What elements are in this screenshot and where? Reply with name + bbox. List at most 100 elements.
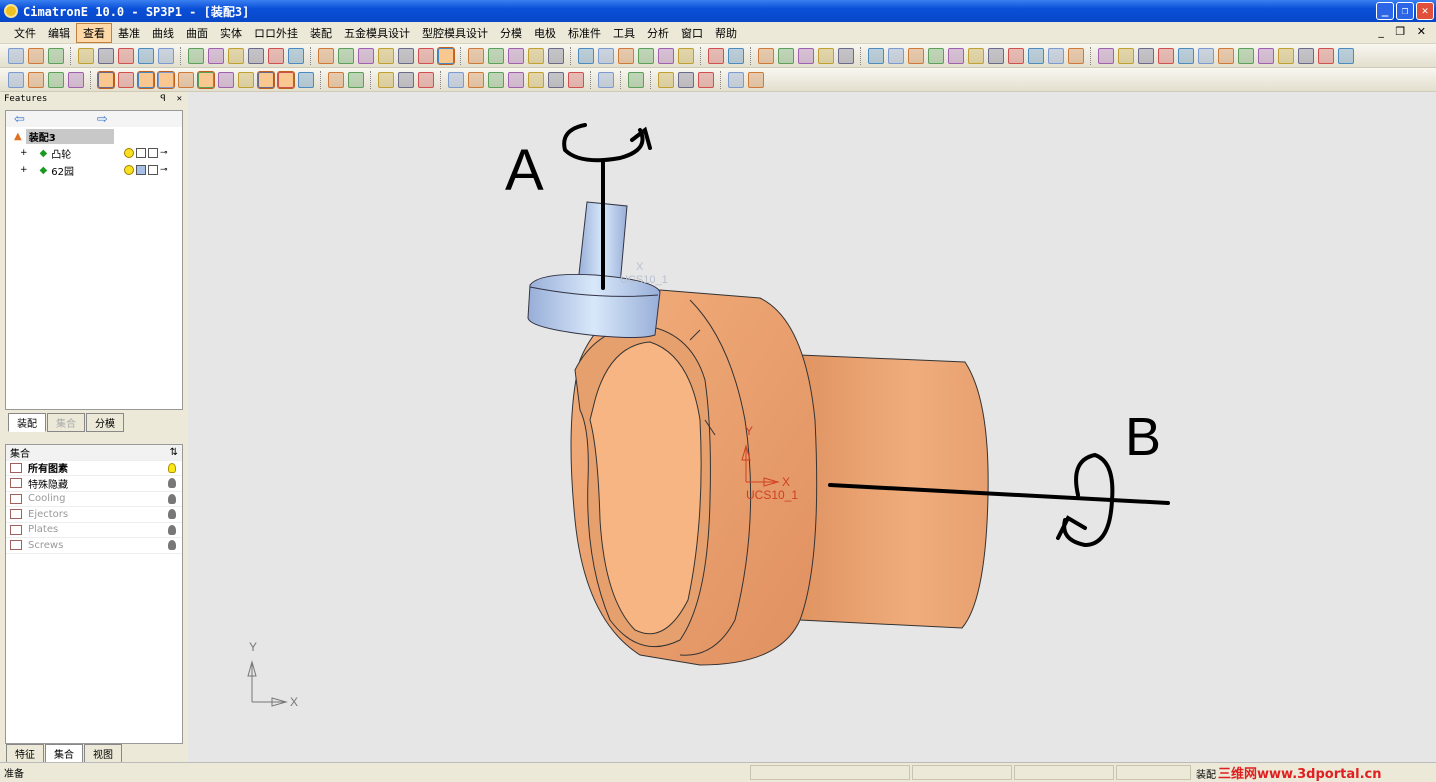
menu-item-11[interactable]: 分模: [494, 24, 528, 42]
rebuild-icon[interactable]: [138, 47, 154, 64]
menu-item-6[interactable]: 实体: [214, 24, 248, 42]
mirror-icon[interactable]: [598, 47, 614, 64]
filter-4-icon[interactable]: [157, 70, 175, 89]
add-comp-3-icon[interactable]: [488, 71, 504, 88]
filter-8-icon[interactable]: [257, 70, 275, 89]
tab-views[interactable]: 视图: [84, 744, 122, 763]
menu-item-15[interactable]: 分析: [641, 24, 675, 42]
curve-icon[interactable]: [1158, 47, 1174, 64]
collection-item[interactable]: 所有图素: [6, 461, 182, 476]
tool-b-icon[interactable]: [348, 71, 364, 88]
panel-close-icon[interactable]: ✕: [177, 94, 182, 104]
axes-icon[interactable]: [1258, 47, 1274, 64]
grid-icon[interactable]: [908, 47, 924, 64]
cross-icon[interactable]: [1198, 47, 1214, 64]
filter-3-icon[interactable]: [137, 70, 155, 89]
tab-parting[interactable]: 分模: [86, 413, 124, 432]
paint-icon[interactable]: [988, 47, 1004, 64]
save-icon[interactable]: [48, 47, 64, 64]
visibility-bulb-icon[interactable]: [168, 493, 176, 504]
select-filter-icon[interactable]: [48, 71, 64, 88]
plane-icon[interactable]: [868, 47, 884, 64]
flag-icon[interactable]: [748, 71, 764, 88]
wire-view-3-icon[interactable]: [378, 47, 394, 64]
new-file-icon[interactable]: [8, 47, 24, 64]
menu-item-16[interactable]: 窗口: [675, 24, 709, 42]
display-mode-icon[interactable]: [548, 47, 564, 64]
visibility-bulb-icon[interactable]: [168, 509, 176, 520]
measure-icon[interactable]: [778, 47, 794, 64]
move-icon[interactable]: [628, 71, 644, 88]
collection-item[interactable]: 特殊隐藏: [6, 476, 182, 492]
collection-item[interactable]: Plates: [6, 523, 182, 538]
menu-item-8[interactable]: 装配: [304, 24, 338, 42]
ucs-icon[interactable]: [578, 47, 594, 64]
points-icon[interactable]: [928, 47, 944, 64]
cube-icon[interactable]: [1068, 47, 1084, 64]
ratio-icon[interactable]: [1338, 47, 1354, 64]
menu-item-14[interactable]: 工具: [607, 24, 641, 42]
wire-view-4-icon[interactable]: [398, 47, 414, 64]
select-mode-icon[interactable]: [68, 71, 84, 88]
zoom-all-icon[interactable]: [188, 47, 204, 64]
menu-item-0[interactable]: 文件: [8, 24, 42, 42]
visibility-bulb-icon[interactable]: [168, 478, 176, 489]
rotate-icon[interactable]: [288, 47, 304, 64]
symmetry-icon[interactable]: [618, 47, 634, 64]
arrow-right-icon[interactable]: [728, 47, 744, 64]
add-comp-2-icon[interactable]: [468, 71, 484, 88]
connect-icon[interactable]: [678, 71, 694, 88]
grid-comp-icon[interactable]: [548, 71, 564, 88]
render-mode-icon[interactable]: [528, 47, 544, 64]
wire-view-6-icon[interactable]: [437, 46, 455, 65]
pointer-icon[interactable]: [1278, 47, 1294, 64]
check-icon[interactable]: [728, 71, 744, 88]
filter-7-icon[interactable]: [238, 71, 254, 88]
display-icon[interactable]: [148, 165, 158, 175]
menu-item-17[interactable]: 帮助: [709, 24, 743, 42]
display-icon[interactable]: [148, 148, 158, 158]
color-table-icon[interactable]: [968, 47, 984, 64]
pin-part-icon[interactable]: ⊸: [160, 165, 168, 175]
cancel-select-icon[interactable]: [28, 71, 44, 88]
thick-lines-icon[interactable]: [1048, 47, 1064, 64]
redo-icon[interactable]: [98, 47, 114, 64]
select-delete-icon[interactable]: [8, 71, 24, 88]
activate-icon[interactable]: [136, 148, 146, 158]
swap-icon[interactable]: [298, 71, 314, 88]
point-icon[interactable]: [888, 47, 904, 64]
mdi-window-controls[interactable]: _ ❐ ✕: [1378, 25, 1430, 38]
menu-item-5[interactable]: 曲面: [180, 24, 214, 42]
3d-viewport[interactable]: X UCS10_1 Y X UCS10_1 Y X A B: [188, 92, 1436, 762]
menu-item-13[interactable]: 标准件: [562, 24, 607, 42]
filter-6-icon[interactable]: [218, 71, 234, 88]
close-button[interactable]: ✕: [1416, 2, 1434, 20]
zoom-window-icon[interactable]: [208, 47, 224, 64]
asm-3-icon[interactable]: [418, 71, 434, 88]
wizard-icon[interactable]: [798, 47, 814, 64]
tree-item[interactable]: + ◆ 凸轮 ⊸: [6, 145, 182, 161]
line-icon[interactable]: [1098, 47, 1114, 64]
maximize-button[interactable]: ❐: [1396, 2, 1414, 20]
add-comp-5-icon[interactable]: [528, 71, 544, 88]
mirror-plane-icon[interactable]: [948, 47, 964, 64]
lines-icon[interactable]: [1028, 47, 1044, 64]
menu-item-9[interactable]: 五金模具设计: [338, 24, 416, 42]
pen-icon[interactable]: [1008, 47, 1024, 64]
expand-icon[interactable]: +: [20, 165, 28, 175]
asm-2-icon[interactable]: [398, 71, 414, 88]
wire-view-5-icon[interactable]: [418, 47, 434, 64]
xyz-icon[interactable]: [1318, 47, 1334, 64]
visibility-bulb-icon[interactable]: [168, 462, 176, 473]
distance-icon[interactable]: [758, 47, 774, 64]
bulb-on-icon[interactable]: [658, 47, 674, 64]
collection-item[interactable]: Cooling: [6, 492, 182, 507]
tab-set[interactable]: 集合: [47, 413, 85, 432]
toggle-all-icon[interactable]: ⇅: [170, 447, 178, 458]
visibility-bulb-icon[interactable]: [124, 165, 134, 175]
asm-1-icon[interactable]: [378, 71, 394, 88]
pin-icon[interactable]: ꟼ: [160, 94, 165, 104]
pin-part-icon[interactable]: ⊸: [160, 148, 168, 158]
wire-view-2-icon[interactable]: [358, 47, 374, 64]
shaded-view-icon[interactable]: [318, 47, 334, 64]
